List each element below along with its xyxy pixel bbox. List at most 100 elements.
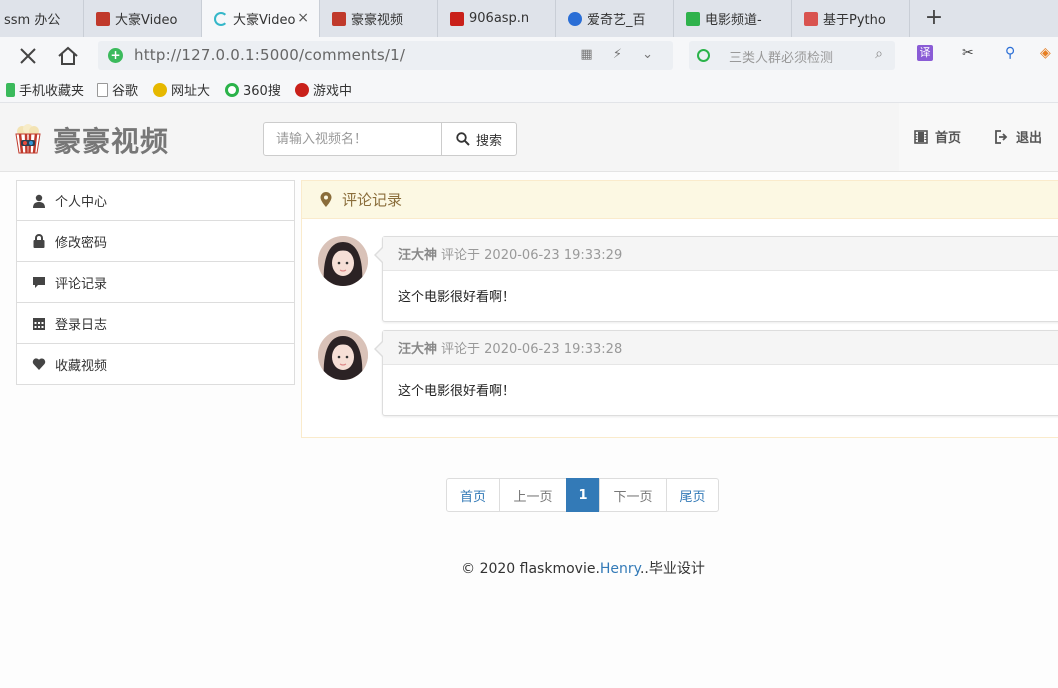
popcorn-favicon-icon	[332, 11, 346, 26]
page-last-link[interactable]: 尾页	[666, 478, 719, 512]
comment-icon	[33, 277, 45, 288]
url-text: http://127.0.0.1:5000/comments/1/	[134, 46, 406, 64]
popcorn-favicon-icon	[96, 11, 110, 26]
browser-tab-3-active[interactable]: 大豪Video ×	[202, 0, 320, 37]
browser-tab-8[interactable]: 基于Pytho	[792, 0, 910, 37]
search-engine-icon	[697, 49, 710, 62]
sidebar-item-label: 收藏视频	[55, 358, 108, 374]
browser-tab-5[interactable]: 906asp.n	[438, 0, 556, 37]
tv-favicon-icon	[686, 11, 700, 26]
browser-tab-bar: ssm 办公 大豪Video 大豪Video × 豪豪视频 906asp.n 爱…	[0, 0, 1058, 37]
game-icon[interactable]: ◈	[1040, 45, 1051, 61]
sidebar-item-profile[interactable]: 个人中心	[16, 180, 295, 221]
url-actions-icon[interactable]: ▦ ⚡ ⌄	[580, 47, 661, 62]
comment-author[interactable]: 汪大神	[398, 338, 437, 357]
search-button[interactable]: 搜索	[441, 122, 517, 156]
footer-suffix: ..毕业设计	[639, 561, 705, 577]
tab-label: ssm 办公	[4, 13, 61, 28]
browser-tab-1[interactable]: ssm 办公	[0, 0, 84, 37]
user-avatar[interactable]	[318, 330, 368, 380]
address-bar-row: + http://127.0.0.1:5000/comments/1/ ▦ ⚡ …	[0, 37, 1058, 75]
page-footer: © 2020 flaskmovie.Henry..毕业设计	[0, 558, 1058, 578]
comment-content: 这个电影很好看啊！	[398, 290, 516, 305]
comment-header: 汪大神 评论于 2020-06-23 19:33:29	[383, 237, 1058, 271]
bookmark-sites[interactable]: 网址大	[153, 80, 210, 99]
bookmark-google[interactable]: 谷歌	[97, 80, 138, 99]
url-field[interactable]: + http://127.0.0.1:5000/comments/1/ ▦ ⚡ …	[98, 41, 673, 70]
page-next-link[interactable]: 下一页	[599, 478, 667, 512]
translate-icon[interactable]: 译	[917, 45, 933, 61]
comment-meta: 评论于 2020-06-23 19:33:29	[441, 248, 623, 263]
sidebar-item-label: 个人中心	[55, 195, 108, 210]
bookmark-label: 游戏中	[313, 84, 353, 99]
secure-shield-icon: +	[108, 48, 123, 63]
search-icon	[456, 132, 470, 146]
site-logo-text[interactable]: 豪豪视频	[53, 120, 169, 160]
new-tab-icon[interactable]: +	[920, 3, 948, 33]
nav-home-link[interactable]: 首页	[914, 127, 961, 146]
browser-tab-6[interactable]: 爱奇艺_百	[556, 0, 674, 37]
comment-author[interactable]: 汪大神	[398, 244, 437, 263]
browser-search-field[interactable]: 三类人群必须检测 ⌕	[689, 41, 895, 70]
sidebar-item-label: 登录日志	[55, 317, 108, 333]
bookmark-label: 360搜	[243, 84, 281, 99]
heart-icon	[32, 358, 46, 370]
page-first-link[interactable]: 首页	[446, 478, 500, 512]
sidebar-item-label: 修改密码	[55, 235, 108, 251]
page-icon	[97, 82, 108, 97]
screenshot-icon[interactable]: ✂	[962, 45, 974, 61]
user-avatar[interactable]	[318, 236, 368, 286]
game-center-icon	[295, 82, 309, 97]
bookmark-games[interactable]: 游戏中	[295, 80, 352, 99]
paw-favicon-icon	[568, 11, 582, 26]
tab-label: 电影频道-	[705, 13, 762, 28]
bookmark-label: 手机收藏夹	[19, 84, 85, 99]
tab-label: 基于Pytho	[823, 13, 886, 28]
sidebar-item-password[interactable]: 修改密码	[16, 221, 295, 262]
sidebar-item-login-log[interactable]: 登录日志	[16, 303, 295, 344]
browser-tab-2[interactable]: 大豪Video	[84, 0, 202, 37]
tab-label: 大豪Video	[115, 13, 178, 28]
page-prev-link[interactable]: 上一页	[499, 478, 567, 512]
panel-title: 评论记录	[342, 191, 403, 209]
phone-icon	[6, 82, 15, 97]
jian-favicon-icon	[804, 11, 818, 26]
calendar-icon	[33, 318, 45, 330]
stop-icon[interactable]	[14, 42, 42, 70]
film-icon	[914, 129, 928, 144]
search-input[interactable]	[263, 122, 442, 156]
tab-label: 906asp.n	[469, 11, 530, 26]
logout-icon	[995, 129, 1008, 144]
site-navbar: 豪豪视频 搜索	[0, 103, 899, 172]
tab-close-icon[interactable]: ×	[297, 10, 309, 26]
sidebar-item-comments[interactable]: 评论记录	[16, 262, 295, 303]
popcorn-logo-icon[interactable]	[12, 124, 44, 154]
search-icon[interactable]: ⌕	[875, 46, 883, 62]
browser-tab-7[interactable]: 电影频道-	[674, 0, 792, 37]
nav-home-label: 首页	[935, 131, 962, 146]
user-sidebar: 个人中心 修改密码 评论记录 登录日志 收藏视频	[16, 180, 295, 385]
loading-favicon-icon	[214, 11, 228, 26]
bookmark-360[interactable]: 360搜	[225, 80, 281, 99]
bookmark-mobile[interactable]: 手机收藏夹	[6, 80, 84, 99]
footer-author-link[interactable]: Henry	[600, 561, 640, 577]
comments-panel: 评论记录 汪大神 评论于 2020-06-23 19:33:29 这个电影很好看…	[301, 180, 1058, 438]
bookmarks-bar: 手机收藏夹 谷歌 网址大 360搜 游戏中	[0, 75, 1058, 103]
page-current[interactable]: 1	[566, 478, 600, 512]
tab-label: 豪豪视频	[351, 13, 404, 28]
comment-box: 汪大神 评论于 2020-06-23 19:33:29 这个电影很好看啊！	[374, 236, 1058, 322]
home-icon[interactable]	[54, 42, 82, 70]
map-marker-icon	[320, 192, 332, 207]
browser-tab-4[interactable]: 豪豪视频	[320, 0, 438, 37]
footer-copyright: © 2020 flaskmovie.	[461, 561, 600, 577]
nav-logout-label: 退出	[1016, 131, 1043, 146]
sidebar-item-label: 评论记录	[55, 276, 108, 292]
comment-meta: 评论于 2020-06-23 19:33:28	[441, 342, 623, 357]
pagination: 首页 上一页 1 下一页 尾页	[446, 478, 719, 512]
site-favicon-icon	[450, 11, 464, 26]
nav-logout-link[interactable]: 退出	[994, 127, 1042, 146]
magnifier-icon[interactable]: ⚲	[1005, 45, 1015, 61]
bookmark-label: 谷歌	[112, 84, 139, 99]
user-icon	[33, 194, 45, 208]
sidebar-item-favorites[interactable]: 收藏视频	[16, 344, 295, 385]
